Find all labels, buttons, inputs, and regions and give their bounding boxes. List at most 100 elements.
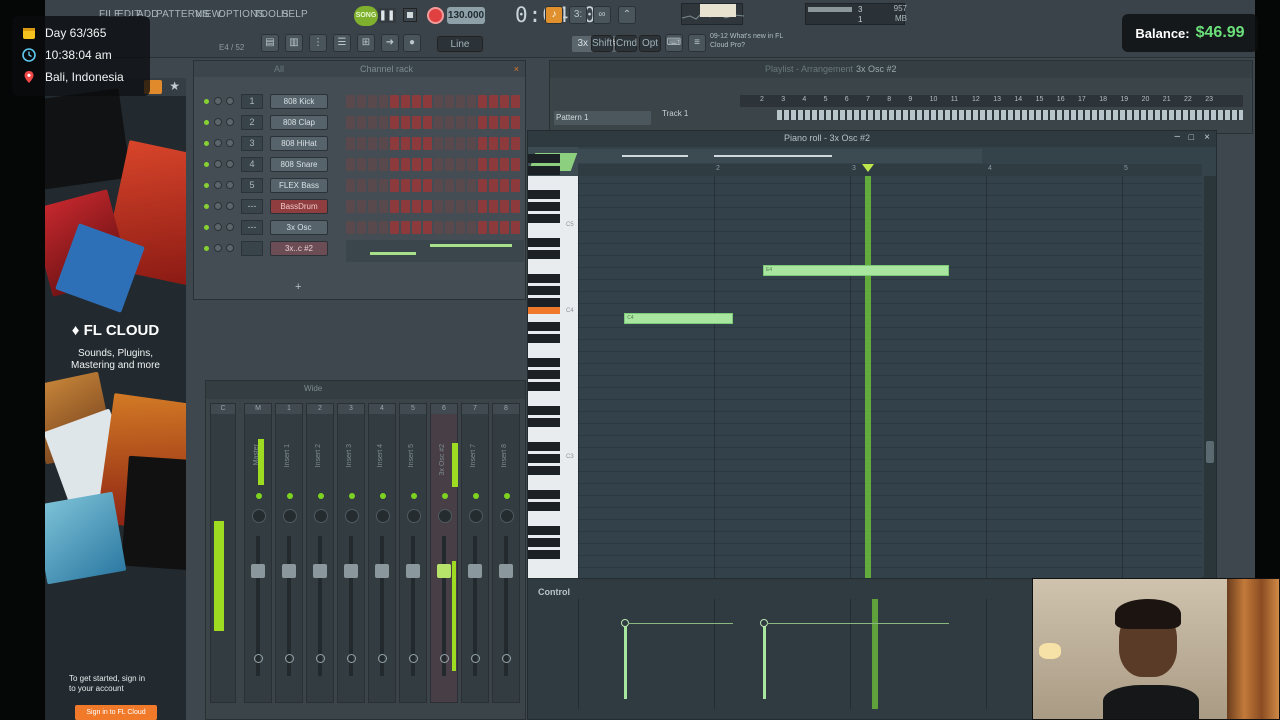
tempo-display[interactable]: 130.000	[447, 7, 485, 24]
channel-mixer-track[interactable]: 3	[241, 136, 263, 151]
step-button[interactable]	[467, 95, 476, 108]
step-button[interactable]	[368, 179, 377, 192]
step-button[interactable]	[434, 95, 443, 108]
mixer-strip-enable-led[interactable]	[349, 493, 355, 499]
step-button[interactable]	[467, 116, 476, 129]
step-button[interactable]	[489, 95, 498, 108]
channel-name-button[interactable]: 3x..c #2	[270, 241, 328, 256]
step-button[interactable]	[445, 116, 454, 129]
step-button[interactable]	[489, 137, 498, 150]
mixer-fader-handle[interactable]	[406, 564, 420, 578]
touch-keyboard-icon[interactable]: ⌨	[665, 34, 683, 52]
mixer-fader-handle[interactable]	[282, 564, 296, 578]
channel-pan-knob[interactable]	[214, 244, 222, 252]
channel-name-button[interactable]: 808 HiHat	[270, 136, 328, 151]
piano-keyboard[interactable]: C5 C4 C3	[528, 154, 578, 579]
plugin-view-button[interactable]: ⊞	[357, 34, 375, 52]
step-button[interactable]	[467, 179, 476, 192]
step-button[interactable]	[346, 179, 355, 192]
channel-rack-view-button[interactable]: ⋮	[309, 34, 327, 52]
track-label[interactable]: Track 1	[662, 107, 737, 121]
step-button[interactable]	[368, 95, 377, 108]
step-sequencer[interactable]	[346, 95, 524, 108]
channel-rack-titlebar[interactable]: Channel rack All ×	[194, 61, 525, 77]
channel-pan-knob[interactable]	[214, 223, 222, 231]
mixer-pan-knob[interactable]	[500, 509, 514, 523]
black-key[interactable]	[528, 250, 560, 259]
mixer-strip-enable-led[interactable]	[256, 493, 262, 499]
step-button[interactable]	[434, 116, 443, 129]
mixer-strip[interactable]: 1 Insert 1	[275, 403, 303, 703]
mixer-route-icon[interactable]	[378, 654, 387, 663]
step-button[interactable]	[456, 158, 465, 171]
black-key[interactable]	[528, 502, 560, 511]
step-button[interactable]	[511, 179, 520, 192]
channel-mute-led[interactable]	[204, 99, 209, 104]
mixer-pan-knob[interactable]	[345, 509, 359, 523]
channel-mute-led[interactable]	[204, 246, 209, 251]
mixer-strip[interactable]: 2 Insert 2	[306, 403, 334, 703]
channel-volume-knob[interactable]	[226, 202, 234, 210]
channel-filter[interactable]: All	[274, 61, 284, 77]
step-sequencer[interactable]	[346, 137, 524, 150]
channel-pan-knob[interactable]	[214, 181, 222, 189]
step-button[interactable]	[357, 116, 366, 129]
mixer-pan-knob[interactable]	[314, 509, 328, 523]
channel-name-button[interactable]: 808 Kick	[270, 94, 328, 109]
velocity-grid[interactable]	[578, 599, 1034, 709]
step-button[interactable]	[423, 95, 432, 108]
step-button[interactable]	[357, 95, 366, 108]
channel-row[interactable]: 1 808 Kick	[200, 93, 526, 110]
black-key[interactable]	[528, 190, 560, 199]
channel-mute-led[interactable]	[204, 120, 209, 125]
mixer-view-button[interactable]: ☰	[333, 34, 351, 52]
step-button[interactable]	[368, 200, 377, 213]
maximize-icon[interactable]: □	[1189, 132, 1194, 142]
black-key[interactable]	[528, 418, 560, 427]
black-key[interactable]	[528, 358, 560, 367]
step-button[interactable]	[390, 158, 399, 171]
channel-row[interactable]: 3x..c #2	[200, 240, 526, 262]
step-button[interactable]	[401, 200, 410, 213]
pattern-list-item[interactable]: Pattern 1	[554, 111, 651, 125]
step-button[interactable]	[390, 116, 399, 129]
step-button[interactable]	[346, 116, 355, 129]
step-button[interactable]	[412, 116, 421, 129]
news-panel[interactable]: 09-12 What's new in FL Cloud Pro?	[710, 32, 820, 54]
step-button[interactable]	[379, 116, 388, 129]
channel-name-button[interactable]: 808 Snare	[270, 157, 328, 172]
velocity-bar[interactable]	[762, 623, 766, 699]
step-button[interactable]	[368, 116, 377, 129]
black-key[interactable]	[528, 154, 560, 163]
step-button[interactable]	[401, 137, 410, 150]
playlist-header[interactable]: Playlist - Arrangement 3x Osc #2	[550, 61, 1252, 78]
channel-name-button[interactable]: FLEX Bass	[270, 178, 328, 193]
step-button[interactable]	[357, 179, 366, 192]
mic-icon[interactable]: ●	[403, 34, 421, 52]
step-button[interactable]	[511, 158, 520, 171]
mixer-strip[interactable]: 3 Insert 3	[337, 403, 365, 703]
channel-name-button[interactable]: 3x Osc	[270, 220, 328, 235]
channel-mixer-track[interactable]	[241, 241, 263, 256]
step-button[interactable]	[445, 179, 454, 192]
mixer-route-icon[interactable]	[254, 654, 263, 663]
black-key[interactable]	[528, 442, 560, 451]
black-key[interactable]	[528, 538, 560, 547]
step-button[interactable]	[478, 221, 487, 234]
piano-roll-vertical-scrollbar[interactable]	[1204, 176, 1216, 579]
step-button[interactable]	[478, 95, 487, 108]
channel-row[interactable]: 4 808 Snare	[200, 156, 526, 173]
mixer-fader-handle[interactable]	[437, 564, 451, 578]
channel-mixer-track[interactable]: 5	[241, 178, 263, 193]
step-button[interactable]	[511, 95, 520, 108]
piano-roll-titlebar[interactable]: Piano roll - 3x Osc #2 × □ –	[528, 131, 1216, 147]
step-button[interactable]	[379, 158, 388, 171]
step-button[interactable]	[368, 137, 377, 150]
piano-roll-note[interactable]: E4	[762, 265, 950, 276]
step-button[interactable]	[489, 116, 498, 129]
step-button[interactable]	[445, 200, 454, 213]
step-button[interactable]	[500, 179, 509, 192]
note-grid[interactable]: E4 C4	[578, 176, 1202, 579]
shift-button[interactable]: Shift	[591, 35, 613, 52]
step-button[interactable]	[379, 200, 388, 213]
